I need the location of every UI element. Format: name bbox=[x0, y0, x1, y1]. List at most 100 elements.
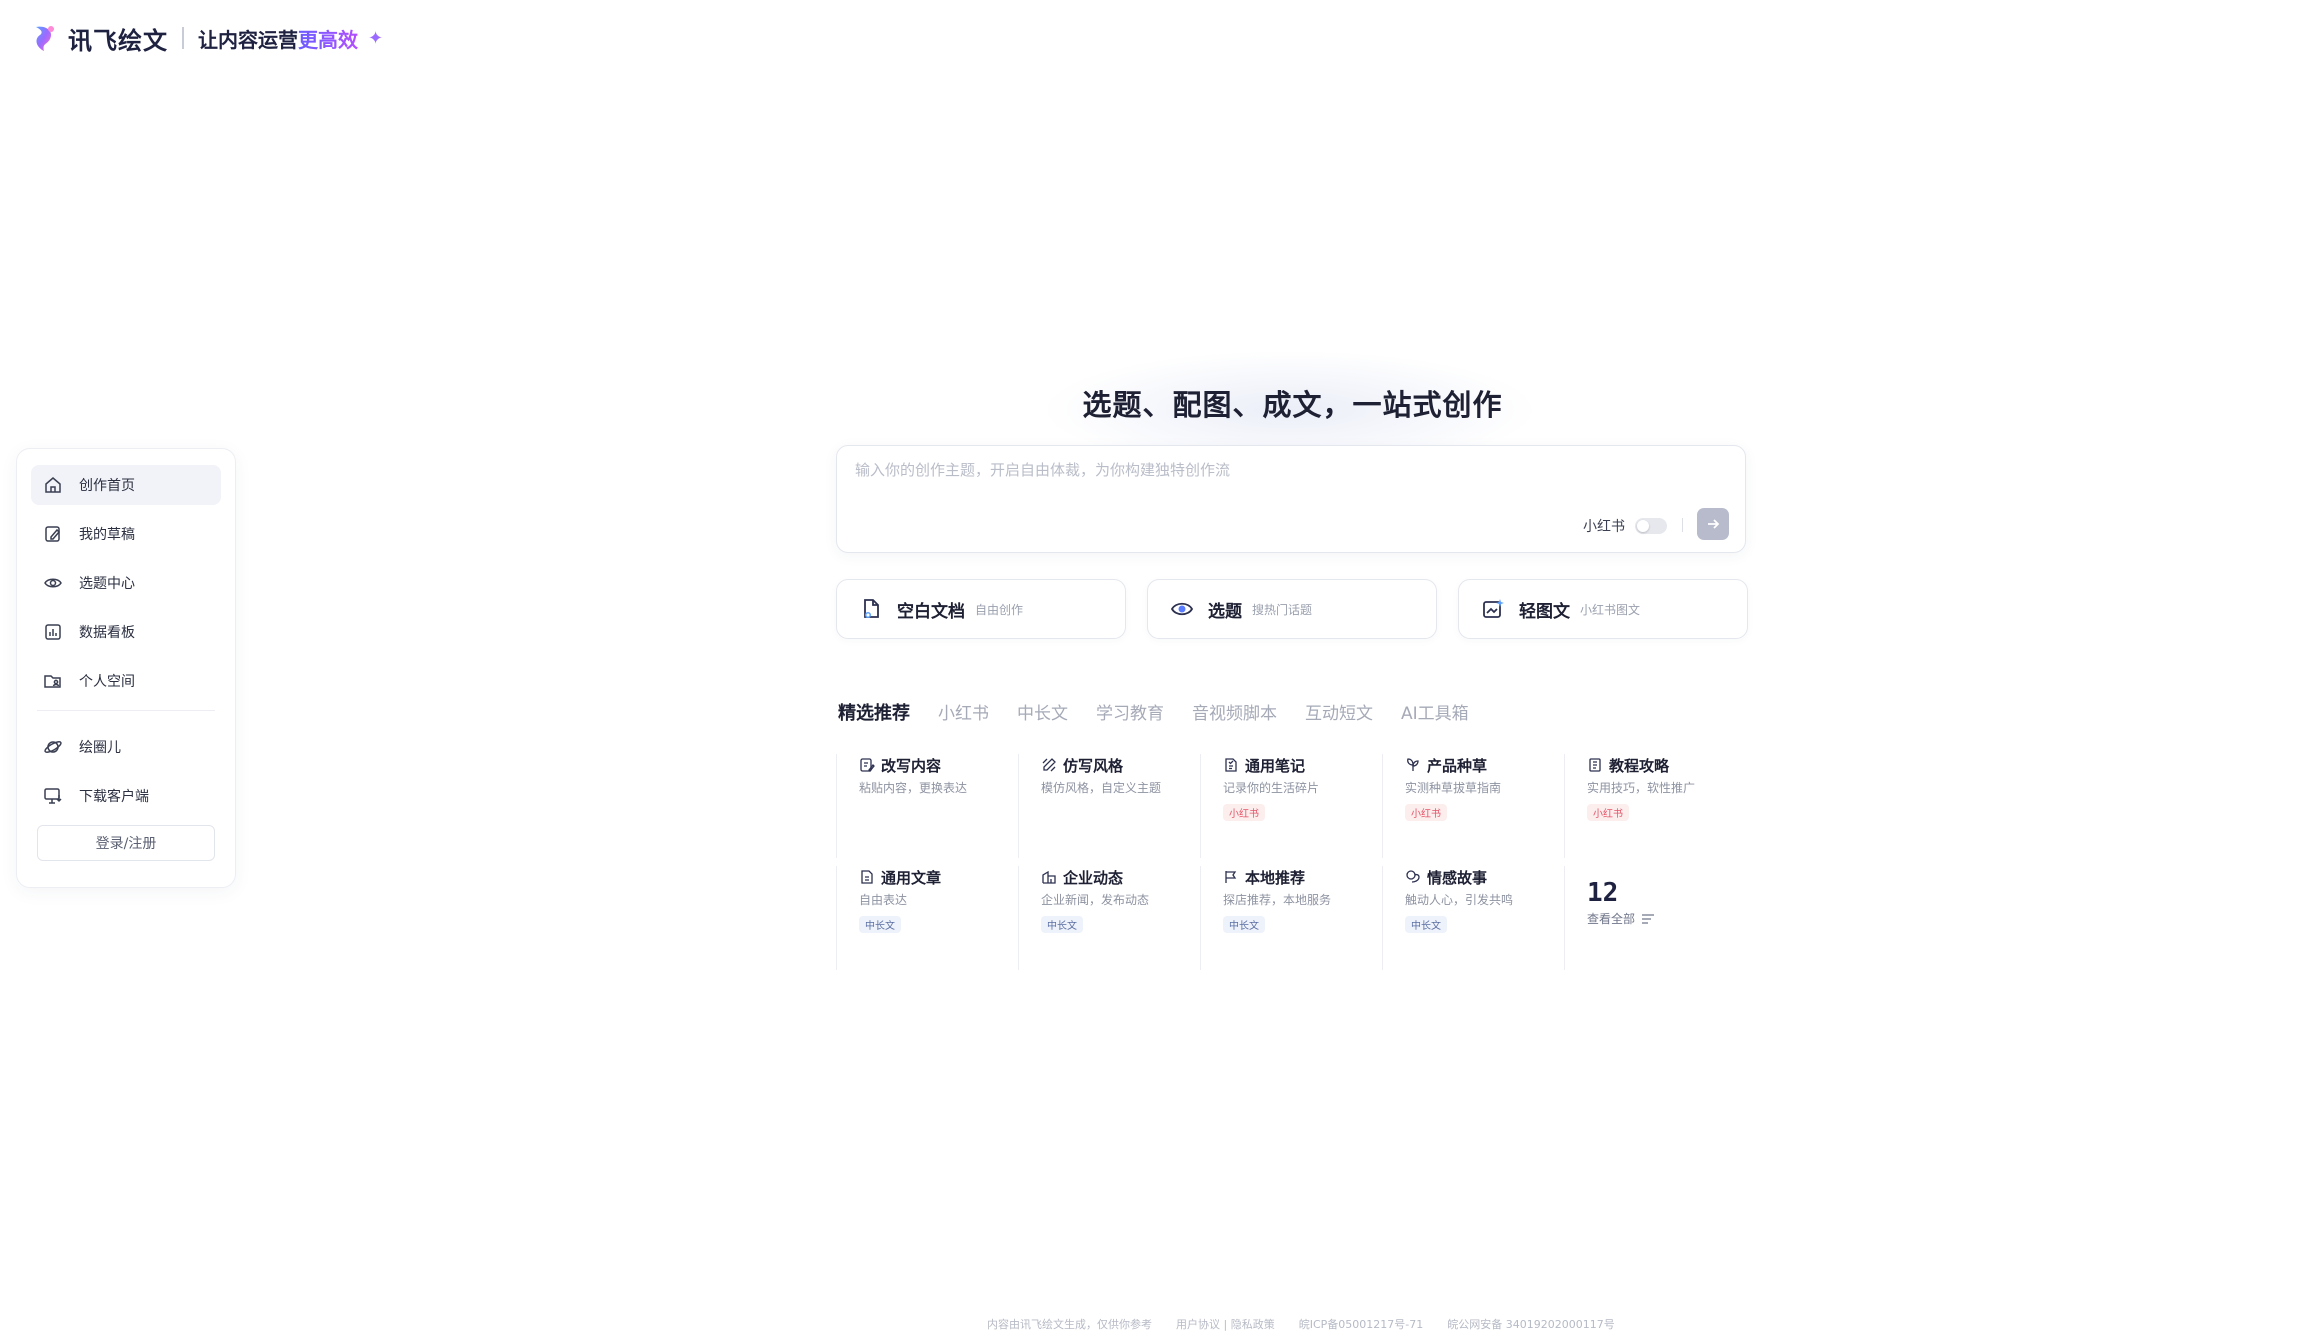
sidebar-item-topics[interactable]: 选题中心 bbox=[31, 563, 221, 603]
brand-name: 讯飞绘文 bbox=[68, 26, 168, 55]
template-title: 情感故事 bbox=[1427, 868, 1488, 887]
planet-icon bbox=[44, 741, 62, 753]
template-general-note[interactable]: 通用笔记 记录你的生活碎片 小红书 bbox=[1200, 754, 1382, 858]
template-desc: 触动人心，引发共鸣 bbox=[1405, 893, 1514, 907]
template-title: 企业动态 bbox=[1063, 868, 1124, 887]
template-general-article[interactable]: 通用文章 自由表达 中长文 bbox=[836, 866, 1018, 970]
sidebar-item-label: 下载客户端 bbox=[79, 789, 149, 805]
view-all-templates[interactable]: 12 查看全部 bbox=[1564, 866, 1746, 970]
slogan-highlight: 更高效 bbox=[298, 27, 358, 52]
book-icon bbox=[1589, 758, 1601, 772]
blank-doc-card[interactable]: 空白文档 自由创作 bbox=[836, 579, 1126, 639]
sidebar-item-label: 个人空间 bbox=[79, 674, 135, 690]
footer-disclaimer: 内容由讯飞绘文生成，仅供你参考 bbox=[987, 1318, 1152, 1331]
sidebar-item-download-client[interactable]: 下载客户端 bbox=[31, 776, 221, 816]
light-post-card[interactable]: 轻图文 小红书图文 bbox=[1458, 579, 1748, 639]
template-tag: 中长文 bbox=[1405, 916, 1447, 933]
tab-ai-toolbox[interactable]: AI工具箱 bbox=[1401, 699, 1469, 724]
image-spark-icon bbox=[1483, 599, 1504, 618]
footer-links: 内容由讯飞绘文生成，仅供你参考 用户协议 | 隐私政策 皖ICP备0500121… bbox=[987, 1316, 1615, 1332]
topic-input[interactable] bbox=[853, 460, 1717, 480]
prompt-divider bbox=[1682, 518, 1683, 532]
flag-icon bbox=[1225, 871, 1237, 883]
sidebar-item-dashboard[interactable]: 数据看板 bbox=[31, 612, 221, 652]
list-icon bbox=[1642, 913, 1655, 924]
app-logo[interactable]: 讯飞绘文 让内容运营更高效 ✦ bbox=[30, 16, 383, 60]
page-title: 选题、配图、成文，一站式创作 bbox=[1082, 388, 1503, 422]
chart-icon bbox=[45, 624, 61, 640]
blank-doc-icon bbox=[864, 599, 879, 618]
article-icon bbox=[861, 870, 873, 884]
sparkle-icon: ✦ bbox=[368, 27, 384, 49]
tab-education[interactable]: 学习教育 bbox=[1096, 699, 1164, 724]
eye-icon bbox=[1170, 602, 1194, 616]
template-product-recommend[interactable]: 产品种草 实测种草拔草指南 小红书 bbox=[1382, 754, 1564, 858]
template-desc: 记录你的生活碎片 bbox=[1223, 781, 1320, 795]
sidebar-item-label: 我的草稿 bbox=[79, 527, 135, 543]
prompt-box: 小红书 bbox=[836, 445, 1746, 553]
logo-divider bbox=[182, 27, 184, 49]
template-rewrite[interactable]: 改写内容 粘贴内容，更换表达 bbox=[836, 754, 1018, 858]
template-title: 仿写风格 bbox=[1063, 756, 1124, 775]
view-all-label: 查看全部 bbox=[1587, 912, 1636, 926]
category-tabs: 精选推荐 小红书 中长文 学习教育 音视频脚本 互动短文 AI工具箱 bbox=[838, 699, 1469, 725]
pen-style-icon bbox=[1042, 758, 1056, 772]
template-row: 通用文章 自由表达 中长文 企业动态 企业新闻，发布动态 中长文 本地推荐 探店… bbox=[836, 866, 1756, 970]
sidebar-item-personal-space[interactable]: 个人空间 bbox=[31, 661, 221, 701]
tab-interactive-short[interactable]: 互动短文 bbox=[1305, 699, 1373, 724]
quick-card-subtitle: 小红书图文 bbox=[1580, 602, 1641, 617]
sidebar-item-home[interactable]: 创作首页 bbox=[31, 465, 221, 505]
sidebar-item-label: 创作首页 bbox=[79, 478, 135, 494]
template-title: 通用文章 bbox=[881, 868, 942, 887]
topic-card[interactable]: 选题 搜热门话题 bbox=[1147, 579, 1437, 639]
tab-featured[interactable]: 精选推荐 bbox=[838, 699, 910, 725]
quick-card-title: 轻图文 bbox=[1519, 601, 1570, 622]
login-register-button[interactable]: 登录/注册 bbox=[37, 825, 215, 861]
quick-card-subtitle: 搜热门话题 bbox=[1252, 602, 1313, 617]
template-desc: 模仿风格，自定义主题 bbox=[1041, 781, 1162, 795]
template-desc: 实测种草拔草指南 bbox=[1405, 781, 1502, 795]
sidebar-item-drafts[interactable]: 我的草稿 bbox=[31, 514, 221, 554]
template-desc: 探店推荐，本地服务 bbox=[1223, 893, 1332, 907]
tab-xiaohongshu[interactable]: 小红书 bbox=[938, 699, 989, 724]
monitor-download-icon bbox=[44, 788, 62, 804]
template-row: 改写内容 粘贴内容，更换表达 仿写风格 模仿风格，自定义主题 通用笔记 记录你的… bbox=[836, 754, 1756, 858]
xhs-toggle[interactable] bbox=[1635, 518, 1667, 534]
template-tag: 小红书 bbox=[1587, 804, 1629, 821]
template-grid: 改写内容 粘贴内容，更换表达 仿写风格 模仿风格，自定义主题 通用笔记 记录你的… bbox=[836, 754, 1756, 978]
brand-logo-icon bbox=[36, 26, 54, 51]
sidebar-item-huiquan[interactable]: 绘圈儿 bbox=[31, 727, 221, 767]
footer-icp[interactable]: 皖ICP备05001217号-71 bbox=[1299, 1316, 1424, 1332]
template-title: 产品种草 bbox=[1427, 756, 1488, 775]
footer-policy-links[interactable]: 用户协议 | 隐私政策 bbox=[1176, 1316, 1275, 1332]
template-tag: 中长文 bbox=[1041, 916, 1083, 933]
sidebar-item-label: 绘圈儿 bbox=[79, 740, 121, 756]
rewrite-icon bbox=[860, 758, 875, 772]
quick-actions: 空白文档 自由创作 选题 搜热门话题 轻图文 小红书图文 bbox=[836, 579, 1748, 639]
template-desc: 粘贴内容，更换表达 bbox=[859, 781, 968, 795]
slogan: 让内容运营更高效 bbox=[198, 24, 358, 53]
eye-icon bbox=[44, 578, 62, 588]
sidebar: 创作首页 我的草稿 选题中心 数据看板 个人空间 绘圈儿 下载客户端 登录/注册 bbox=[16, 448, 236, 888]
template-tutorial[interactable]: 教程攻略 实用技巧，软性推广 小红书 bbox=[1564, 754, 1746, 858]
template-title: 教程攻略 bbox=[1609, 756, 1670, 775]
template-tag: 中长文 bbox=[1223, 916, 1265, 933]
view-all-row: 查看全部 bbox=[1587, 910, 1746, 927]
tab-av-script[interactable]: 音视频脚本 bbox=[1192, 699, 1277, 724]
template-title: 本地推荐 bbox=[1245, 868, 1306, 887]
template-local-recommend[interactable]: 本地推荐 探店推荐，本地服务 中长文 bbox=[1200, 866, 1382, 970]
note-icon bbox=[1225, 758, 1237, 772]
template-imitate-style[interactable]: 仿写风格 模仿风格，自定义主题 bbox=[1018, 754, 1200, 858]
template-desc: 实用技巧，软性推广 bbox=[1587, 781, 1696, 795]
slogan-prefix: 让内容运营 bbox=[198, 27, 298, 52]
tab-long-article[interactable]: 中长文 bbox=[1017, 699, 1068, 724]
quick-card-title: 选题 bbox=[1208, 601, 1242, 622]
quick-card-title: 空白文档 bbox=[897, 601, 965, 622]
arrow-right-icon bbox=[1708, 519, 1720, 529]
template-company-news[interactable]: 企业动态 企业新闻，发布动态 中长文 bbox=[1018, 866, 1200, 970]
template-emotional-story[interactable]: 情感故事 触动人心，引发共鸣 中长文 bbox=[1382, 866, 1564, 970]
footer-police-record[interactable]: 皖公网安备 34019202000117号 bbox=[1447, 1316, 1614, 1332]
template-count: 12 bbox=[1587, 878, 1619, 908]
send-button[interactable] bbox=[1697, 508, 1729, 540]
template-title: 改写内容 bbox=[881, 756, 942, 775]
